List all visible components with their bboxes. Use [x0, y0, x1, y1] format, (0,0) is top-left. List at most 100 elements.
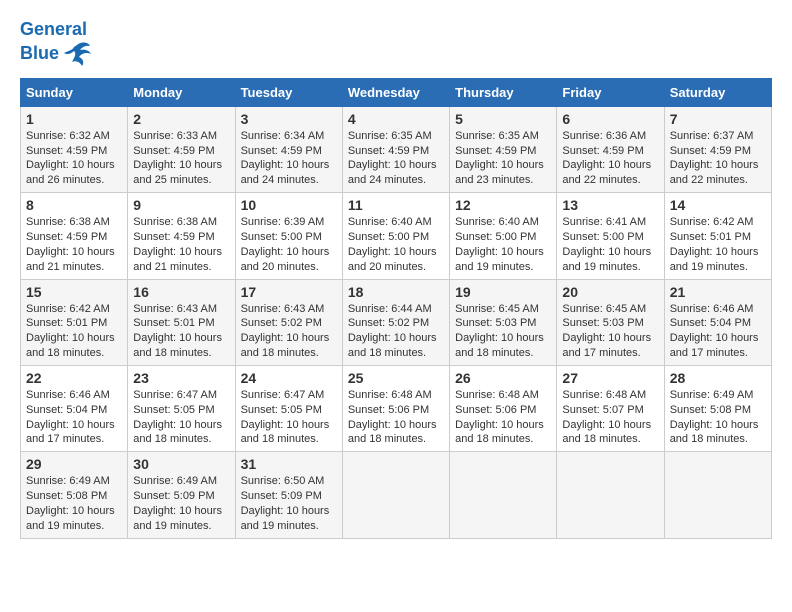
- calendar-cell: 13Sunrise: 6:41 AM Sunset: 5:00 PM Dayli…: [557, 193, 664, 279]
- calendar-cell: 10 Sunrise: 6:39 AM Sunset: 5:00 PM Dayli…: [235, 193, 342, 279]
- calendar-cell: 3 Sunrise: 6:34 AM Sunset: 4:59 PM Daylig…: [235, 106, 342, 192]
- day-number: 13: [562, 197, 658, 213]
- day-number: 2: [133, 111, 229, 127]
- day-info: Sunrise: 6:48 AM Sunset: 5:06 PM Dayligh…: [348, 388, 444, 447]
- calendar-cell: 28 Sunrise: 6:49 AM Sunset: 5:08 PM Dayli…: [664, 365, 771, 451]
- day-number: 30: [133, 456, 229, 472]
- day-number: 8: [26, 197, 122, 213]
- calendar-cell: 25 Sunrise: 6:48 AM Sunset: 5:06 PM Dayli…: [342, 365, 449, 451]
- day-number: 20: [562, 284, 658, 300]
- day-info: Sunrise: 6:36 AM Sunset: 4:59 PM Dayligh…: [562, 129, 658, 188]
- day-number: 26: [455, 370, 551, 386]
- day-info: Sunrise: 6:35 AM Sunset: 4:59 PM Dayligh…: [455, 129, 551, 188]
- day-info: Sunrise: 6:49 AM Sunset: 5:08 PM Dayligh…: [670, 388, 766, 447]
- calendar-cell: 27 Sunrise: 6:48 AM Sunset: 5:07 PM Dayli…: [557, 365, 664, 451]
- calendar-cell: [450, 452, 557, 538]
- calendar-cell: 6 Sunrise: 6:36 AM Sunset: 4:59 PM Daylig…: [557, 106, 664, 192]
- day-number: 10: [241, 197, 337, 213]
- day-number: 19: [455, 284, 551, 300]
- calendar-cell: 12 Sunrise: 6:40 AM Sunset: 5:00 PM Dayli…: [450, 193, 557, 279]
- day-number: 16: [133, 284, 229, 300]
- calendar-cell: 30 Sunrise: 6:49 AM Sunset: 5:09 PM Dayli…: [128, 452, 235, 538]
- day-number: 28: [670, 370, 766, 386]
- calendar-week-row: 8 Sunrise: 6:38 AM Sunset: 4:59 PM Daylig…: [21, 193, 772, 279]
- day-info: Sunrise: 6:38 AM Sunset: 4:59 PM Dayligh…: [133, 215, 229, 274]
- calendar-cell: 9 Sunrise: 6:38 AM Sunset: 4:59 PM Daylig…: [128, 193, 235, 279]
- day-info: Sunrise: 6:43 AM Sunset: 5:01 PM Dayligh…: [133, 302, 229, 361]
- col-header-wednesday: Wednesday: [342, 78, 449, 106]
- day-info: Sunrise: 6:47 AM Sunset: 5:05 PM Dayligh…: [133, 388, 229, 447]
- day-number: 22: [26, 370, 122, 386]
- logo-bird-icon: [62, 40, 92, 68]
- calendar-cell: 23 Sunrise: 6:47 AM Sunset: 5:05 PM Dayli…: [128, 365, 235, 451]
- calendar-cell: 29Sunrise: 6:49 AM Sunset: 5:08 PM Dayli…: [21, 452, 128, 538]
- day-number: 3: [241, 111, 337, 127]
- day-number: 29: [26, 456, 122, 472]
- day-number: 9: [133, 197, 229, 213]
- day-number: 11: [348, 197, 444, 213]
- calendar-cell: 14 Sunrise: 6:42 AM Sunset: 5:01 PM Dayli…: [664, 193, 771, 279]
- calendar-cell: 2 Sunrise: 6:33 AM Sunset: 4:59 PM Daylig…: [128, 106, 235, 192]
- day-info: Sunrise: 6:50 AM Sunset: 5:09 PM Dayligh…: [241, 474, 337, 533]
- calendar-cell: 31Sunrise: 6:50 AM Sunset: 5:09 PM Dayli…: [235, 452, 342, 538]
- day-info: Sunrise: 6:39 AM Sunset: 5:00 PM Dayligh…: [241, 215, 337, 274]
- logo-general: General: [20, 19, 87, 39]
- calendar-week-row: 1 Sunrise: 6:32 AM Sunset: 4:59 PM Daylig…: [21, 106, 772, 192]
- col-header-saturday: Saturday: [664, 78, 771, 106]
- col-header-friday: Friday: [557, 78, 664, 106]
- calendar-week-row: 15 Sunrise: 6:42 AM Sunset: 5:01 PM Dayli…: [21, 279, 772, 365]
- day-info: Sunrise: 6:46 AM Sunset: 5:04 PM Dayligh…: [26, 388, 122, 447]
- day-info: Sunrise: 6:35 AM Sunset: 4:59 PM Dayligh…: [348, 129, 444, 188]
- day-info: Sunrise: 6:49 AM Sunset: 5:09 PM Dayligh…: [133, 474, 229, 533]
- day-info: Sunrise: 6:33 AM Sunset: 4:59 PM Dayligh…: [133, 129, 229, 188]
- day-number: 14: [670, 197, 766, 213]
- calendar-cell: 20 Sunrise: 6:45 AM Sunset: 5:03 PM Dayli…: [557, 279, 664, 365]
- day-info: Sunrise: 6:45 AM Sunset: 5:03 PM Dayligh…: [455, 302, 551, 361]
- day-number: 21: [670, 284, 766, 300]
- calendar-table: SundayMondayTuesdayWednesdayThursdayFrid…: [20, 78, 772, 539]
- col-header-monday: Monday: [128, 78, 235, 106]
- logo-blue: Blue: [20, 44, 59, 64]
- day-info: Sunrise: 6:48 AM Sunset: 5:06 PM Dayligh…: [455, 388, 551, 447]
- col-header-thursday: Thursday: [450, 78, 557, 106]
- day-info: Sunrise: 6:42 AM Sunset: 5:01 PM Dayligh…: [26, 302, 122, 361]
- day-info: Sunrise: 6:40 AM Sunset: 5:00 PM Dayligh…: [455, 215, 551, 274]
- day-number: 7: [670, 111, 766, 127]
- day-number: 25: [348, 370, 444, 386]
- calendar-cell: 5 Sunrise: 6:35 AM Sunset: 4:59 PM Daylig…: [450, 106, 557, 192]
- day-number: 1: [26, 111, 122, 127]
- day-number: 17: [241, 284, 337, 300]
- day-info: Sunrise: 6:40 AM Sunset: 5:00 PM Dayligh…: [348, 215, 444, 274]
- day-info: Sunrise: 6:32 AM Sunset: 4:59 PM Dayligh…: [26, 129, 122, 188]
- calendar-cell: 26 Sunrise: 6:48 AM Sunset: 5:06 PM Dayli…: [450, 365, 557, 451]
- day-number: 27: [562, 370, 658, 386]
- day-info: Sunrise: 6:45 AM Sunset: 5:03 PM Dayligh…: [562, 302, 658, 361]
- day-info: Sunrise: 6:34 AM Sunset: 4:59 PM Dayligh…: [241, 129, 337, 188]
- day-number: 23: [133, 370, 229, 386]
- day-number: 12: [455, 197, 551, 213]
- calendar-cell: [557, 452, 664, 538]
- calendar-week-row: 22 Sunrise: 6:46 AM Sunset: 5:04 PM Dayli…: [21, 365, 772, 451]
- day-info: Sunrise: 6:44 AM Sunset: 5:02 PM Dayligh…: [348, 302, 444, 361]
- calendar-cell: [664, 452, 771, 538]
- calendar-cell: 4 Sunrise: 6:35 AM Sunset: 4:59 PM Daylig…: [342, 106, 449, 192]
- calendar-cell: 24Sunrise: 6:47 AM Sunset: 5:05 PM Dayli…: [235, 365, 342, 451]
- day-info: Sunrise: 6:37 AM Sunset: 4:59 PM Dayligh…: [670, 129, 766, 188]
- day-info: Sunrise: 6:46 AM Sunset: 5:04 PM Dayligh…: [670, 302, 766, 361]
- col-header-sunday: Sunday: [21, 78, 128, 106]
- calendar-cell: 19 Sunrise: 6:45 AM Sunset: 5:03 PM Dayli…: [450, 279, 557, 365]
- calendar-cell: 8Sunrise: 6:38 AM Sunset: 4:59 PM Daylig…: [21, 193, 128, 279]
- logo: General Blue: [20, 20, 92, 68]
- calendar-cell: 15 Sunrise: 6:42 AM Sunset: 5:01 PM Dayli…: [21, 279, 128, 365]
- day-number: 6: [562, 111, 658, 127]
- day-info: Sunrise: 6:48 AM Sunset: 5:07 PM Dayligh…: [562, 388, 658, 447]
- day-number: 18: [348, 284, 444, 300]
- day-info: Sunrise: 6:42 AM Sunset: 5:01 PM Dayligh…: [670, 215, 766, 274]
- calendar-header-row: SundayMondayTuesdayWednesdayThursdayFrid…: [21, 78, 772, 106]
- day-number: 5: [455, 111, 551, 127]
- day-number: 4: [348, 111, 444, 127]
- day-number: 24: [241, 370, 337, 386]
- page-header: General Blue: [20, 20, 772, 68]
- day-number: 15: [26, 284, 122, 300]
- day-info: Sunrise: 6:43 AM Sunset: 5:02 PM Dayligh…: [241, 302, 337, 361]
